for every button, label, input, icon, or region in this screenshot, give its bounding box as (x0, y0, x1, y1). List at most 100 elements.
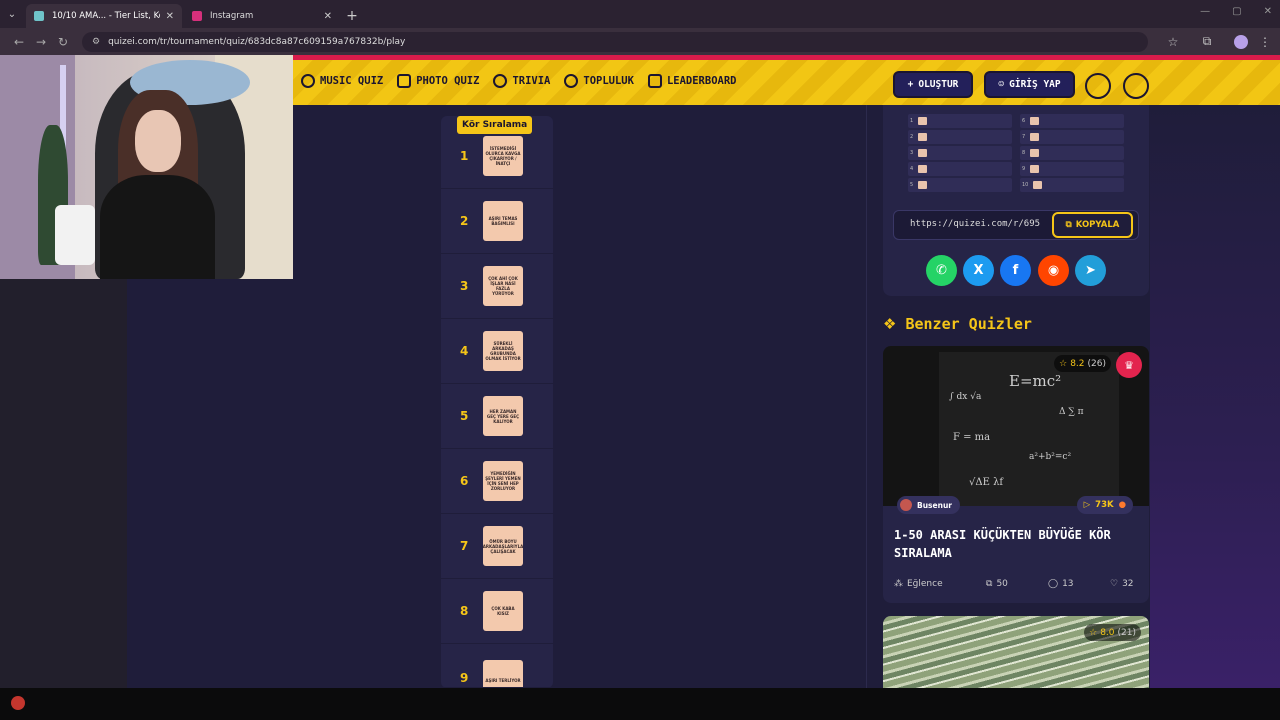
extensions-icon[interactable]: ⧉ (1190, 34, 1224, 49)
rank-slot[interactable]: 7 ÖMÜR BOYU ARKADAŞLARIYLA ÇALIŞACAK (441, 514, 553, 579)
mini-thumb (1033, 181, 1043, 189)
bookmark-star-icon[interactable]: ☆ (1156, 35, 1190, 49)
chalk-formula: a²+b²=c² (1029, 452, 1072, 462)
rank-slot[interactable]: 3 ÇOK AHİ ÇOK İŞLAR NASİ FAZLA YÜRÜYOR (441, 254, 553, 319)
nav-music-quiz[interactable]: MUSIC QUIZ (301, 74, 383, 88)
similar-quiz-card[interactable]: E=mc² ∫ dx √a Δ ∑ π F = ma a²+b²=c² √ΔE … (883, 346, 1149, 603)
site-info-icon[interactable]: ⚙ (92, 37, 100, 47)
rank-card[interactable]: İSTEMEDİĞİ OLURCA KAVGA ÇIKARIYOR / İNAT… (483, 136, 523, 176)
nav-trivia[interactable]: TRIVIA (493, 74, 550, 88)
webcam-microphone (55, 205, 95, 265)
rank-number: 4 (460, 344, 469, 358)
browser-tab-quiz[interactable]: 10/10 AMA... - Tier List, Kör Sıra ✕ (26, 4, 182, 28)
back-icon[interactable]: ← (8, 35, 30, 49)
copy-button[interactable]: ⧉ KOPYALA (1052, 212, 1133, 238)
search-icon[interactable] (1123, 73, 1149, 99)
facebook-share-icon[interactable]: f (1000, 255, 1031, 286)
whatsapp-share-icon[interactable]: ✆ (926, 255, 957, 286)
similar-quizzes-heading: ❖ Benzer Quizler (883, 315, 1032, 333)
tab-search-icon[interactable]: ⌄ (0, 0, 24, 28)
rank-card[interactable]: AŞIRI TEMAS BAĞIMLISI (483, 201, 523, 241)
rank-number: 1 (460, 149, 469, 163)
mini-rank-row: 4 (908, 162, 1012, 176)
create-button[interactable]: + OLUŞTUR (893, 71, 973, 98)
rank-card[interactable]: HER ZAMAN GEÇ YERE GEÇ KALIYOR (483, 396, 523, 436)
star-icon: ☆ (1059, 358, 1068, 369)
like-count[interactable]: ♡ 32 (1110, 579, 1134, 589)
mini-thumb (1030, 117, 1040, 125)
profile-avatar-icon[interactable] (1234, 34, 1248, 49)
quiz-thumbnail: E=mc² ∫ dx √a Δ ∑ π F = ma a²+b²=c² √ΔE … (883, 346, 1149, 506)
reddit-share-icon[interactable]: ◉ (1038, 255, 1069, 286)
plus-icon: + (907, 79, 914, 90)
author-name: Busenur (917, 500, 952, 510)
nav-photo-quiz[interactable]: PHOTO QUIZ (397, 74, 479, 88)
rank-card[interactable]: ÖMÜR BOYU ARKADAŞLARIYLA ÇALIŞACAK (483, 526, 523, 566)
x-share-icon[interactable]: X (963, 255, 994, 286)
rank-card[interactable]: ÇOK AHİ ÇOK İŞLAR NASİ FAZLA YÜRÜYOR (483, 266, 523, 306)
mini-rank-row: 3 (908, 146, 1012, 160)
similar-quizzes-title: Benzer Quizler (905, 315, 1032, 333)
mini-ranking-left: 1 2 3 4 5 (908, 114, 1012, 192)
minimize-icon[interactable]: — (1200, 6, 1210, 17)
rank-slot[interactable]: 2 AŞIRI TEMAS BAĞIMLISI (441, 189, 553, 254)
url-field[interactable]: ⚙ quizei.com/tr/tournament/quiz/683dc8a8… (82, 31, 1148, 52)
question-count: ⧉ 50 (986, 579, 1048, 589)
mini-ranking-right: 6 7 8 9 10 (1020, 114, 1124, 192)
close-tab-icon[interactable]: ✕ (166, 11, 174, 22)
mini-thumb (918, 117, 928, 125)
browser-menu-icon[interactable]: ⋮ (1258, 35, 1272, 49)
webcam-shirt (100, 175, 215, 279)
nav-topluluk[interactable]: TOPLULUK (564, 74, 634, 88)
like-count-value: 32 (1122, 579, 1134, 589)
similar-quiz-card[interactable]: ☆ 8.0 (21) (883, 616, 1149, 688)
mini-rank-row: 9 (1020, 162, 1124, 176)
author-badge[interactable]: Busenur (897, 496, 960, 514)
reload-icon[interactable]: ↻ (52, 35, 74, 49)
rank-slot[interactable]: 5 HER ZAMAN GEÇ YERE GEÇ KALIYOR (441, 384, 553, 449)
copy-label: KOPYALA (1075, 220, 1120, 230)
rank-number: 7 (460, 539, 469, 553)
chalkboard-image: E=mc² ∫ dx √a Δ ∑ π F = ma a²+b²=c² √ΔE … (939, 352, 1119, 506)
rank-number: 8 (460, 604, 469, 618)
mini-rank-row: 2 (908, 130, 1012, 144)
fire-icon: ● (1118, 500, 1126, 510)
rank-slot[interactable]: 6 YEMEDİĞİN ŞEYLERİ YEMEN İÇİN SENİ HEP … (441, 449, 553, 514)
mini-rank-row: 8 (1020, 146, 1124, 160)
crown-icon[interactable]: ♛ (1116, 352, 1142, 378)
rank-card[interactable]: SÜREKLİ ARKADAŞ GRUBUNDA OLMAK İSTİYOR (483, 331, 523, 371)
telegram-share-icon[interactable]: ➤ (1075, 255, 1106, 286)
chalk-formula: ∫ dx √a (949, 392, 982, 402)
mini-thumb (1030, 133, 1040, 141)
forward-icon[interactable]: → (30, 35, 52, 49)
mini-rank-row: 6 (1020, 114, 1124, 128)
rating-badge: ☆ 8.0 (21) (1084, 624, 1141, 641)
rank-card[interactable]: ÇOK KABA KISIZ (483, 591, 523, 631)
chalk-formula: √ΔE λf (969, 477, 1004, 488)
rank-slot[interactable]: 8 ÇOK KABA KISIZ (441, 579, 553, 644)
notifications-bell-icon[interactable] (1085, 73, 1111, 99)
nav-leaderboard[interactable]: LEADERBOARD (647, 74, 737, 88)
copy-icon: ⧉ (1065, 220, 1072, 230)
rank-card[interactable]: YEMEDİĞİN ŞEYLERİ YEMEN İÇİN SENİ HEP ZO… (483, 461, 523, 501)
rank-slot[interactable]: 4 SÜREKLİ ARKADAŞ GRUBUNDA OLMAK İSTİYOR (441, 319, 553, 384)
rating-badge: ☆ 8.2 (26) (1054, 355, 1111, 372)
rank-slot[interactable]: 9 AŞIRI TERLİYOR (441, 644, 553, 688)
rating-count: (21) (1117, 627, 1136, 638)
question-count-value: 50 (996, 579, 1008, 589)
rank-card[interactable]: AŞIRI TERLİYOR (483, 660, 523, 687)
webcam-face (135, 110, 181, 172)
close-window-icon[interactable]: ✕ (1264, 6, 1272, 17)
browser-tab-instagram[interactable]: Instagram ✕ (184, 4, 340, 28)
restore-icon[interactable]: ▢ (1232, 6, 1241, 17)
site-header: MUSIC QUIZ PHOTO QUIZ TRIVIA TOPLULUK LE… (293, 55, 1280, 105)
category-tag[interactable]: ⁂ Eğlence (894, 579, 986, 589)
chalk-formula: E=mc² (1009, 372, 1062, 390)
new-tab-button[interactable]: + (340, 4, 364, 28)
browser-tab-bar: ⌄ 10/10 AMA... - Tier List, Kör Sıra ✕ I… (0, 0, 1280, 28)
quiz-title[interactable]: 1-50 ARASI KÜÇÜKTEN BÜYÜĞE KÖR SIRALAMA (894, 526, 1134, 562)
user-icon: ☺ (998, 79, 1005, 90)
close-tab-icon[interactable]: ✕ (324, 11, 332, 22)
login-button[interactable]: ☺ GİRİŞ YAP (984, 71, 1075, 98)
rank-slot[interactable]: 1 İSTEMEDİĞİ OLURCA KAVGA ÇIKARIYOR / İN… (441, 124, 553, 189)
